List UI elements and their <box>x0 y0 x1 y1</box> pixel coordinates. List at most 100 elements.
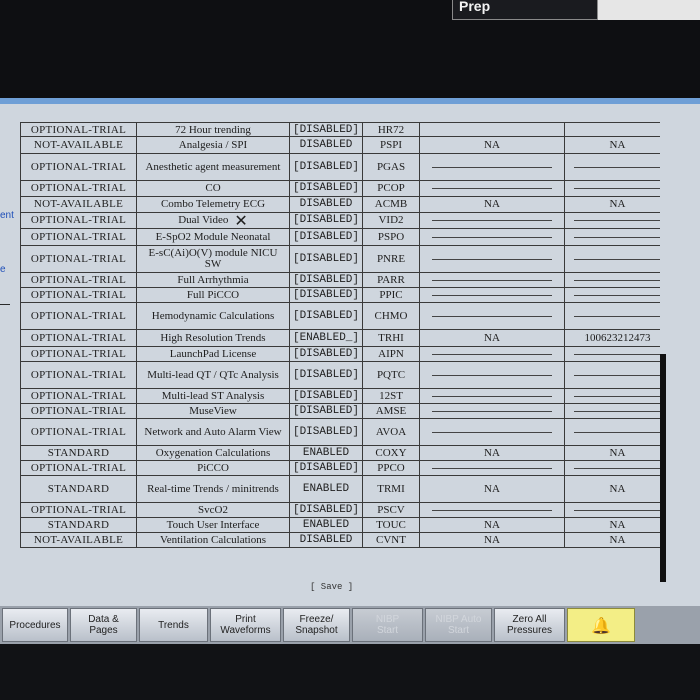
value-a-cell[interactable] <box>419 228 565 246</box>
value-a-cell[interactable]: NA <box>419 136 565 154</box>
value-a-cell[interactable] <box>419 403 565 419</box>
code-cell: TOUC <box>362 517 420 533</box>
table-row[interactable]: OPTIONAL-TRIAL Hemodynamic Calculations [D… <box>20 302 660 330</box>
data-and-pages-button[interactable]: Data & Pages <box>70 608 137 642</box>
value-a-cell[interactable] <box>419 245 565 273</box>
nibp-start-button[interactable]: NIBP Start <box>352 608 423 642</box>
table-row[interactable]: OPTIONAL-TRIAL E-sC(Ai)O(V) module NICU S… <box>20 245 660 273</box>
procedures-button[interactable]: Procedures <box>2 608 68 642</box>
entry-field-line <box>431 410 553 412</box>
value-a-cell[interactable] <box>419 502 565 518</box>
value-a-cell[interactable] <box>419 346 565 362</box>
value-b-cell[interactable] <box>564 346 660 362</box>
value-a-cell[interactable]: NA <box>419 517 565 533</box>
nibp-auto-start-button[interactable]: NIBP Auto Start <box>425 608 492 642</box>
table-row[interactable]: OPTIONAL-TRIAL SvcO2 [DISABLED] PSCV <box>20 502 660 518</box>
code-cell-text: PGAS <box>376 160 406 173</box>
table-row[interactable]: OPTIONAL-TRIAL Anesthetic agent measureme… <box>20 153 660 181</box>
value-b-cell[interactable]: NA <box>564 532 660 548</box>
table-row[interactable]: OPTIONAL-TRIAL MuseView [DISABLED] AMSE <box>20 403 660 419</box>
value-b-cell[interactable] <box>564 287 660 303</box>
status-cell-text: OPTIONAL-TRIAL <box>30 182 127 194</box>
value-b-cell[interactable]: NA <box>564 196 660 213</box>
value-b-cell[interactable]: NA <box>564 517 660 533</box>
value-a-cell[interactable] <box>419 180 565 197</box>
table-row[interactable]: OPTIONAL-TRIAL E-SpO2 Module Neonatal [DIS… <box>20 228 660 246</box>
value-a-cell[interactable] <box>419 212 565 229</box>
value-b-cell[interactable]: NA <box>564 475 660 503</box>
alarm-silence-button[interactable]: 🔔 <box>567 608 635 642</box>
value-a-cell[interactable] <box>419 388 565 404</box>
value-a-cell[interactable] <box>419 302 565 330</box>
table-row[interactable]: OPTIONAL-TRIAL Multi-lead QT / QTc Analys… <box>20 361 660 389</box>
value-b-cell[interactable] <box>564 460 660 476</box>
value-b-cell[interactable]: 100623212473 <box>564 329 660 347</box>
table-row[interactable]: OPTIONAL-TRIAL Full Arrhythmia [DISABLED] P… <box>20 272 660 288</box>
value-b-cell[interactable] <box>564 361 660 389</box>
freeze-snapshot-button[interactable]: Freeze/ Snapshot <box>283 608 350 642</box>
value-b-cell[interactable]: NA <box>564 445 660 461</box>
sidebar-fragment-1[interactable]: ent <box>0 210 14 221</box>
value-a-cell[interactable]: NA <box>419 445 565 461</box>
value-a-cell[interactable] <box>419 287 565 303</box>
enabled-cell-text: [DISABLED] <box>292 230 359 243</box>
entry-field-line <box>431 294 553 296</box>
entry-field-line <box>431 315 553 317</box>
save-button[interactable]: [ Save ] <box>310 582 353 592</box>
feature-cell: PiCCO <box>136 460 290 476</box>
table-row[interactable]: STANDARD Oxygenation Calculations ENABLED C… <box>20 445 660 461</box>
value-b-cell[interactable] <box>564 388 660 404</box>
table-row[interactable]: OPTIONAL-TRIAL High Resolution Trends [ENA… <box>20 329 660 347</box>
table-row[interactable]: OPTIONAL-TRIAL CO [DISABLED] PCOP <box>20 180 660 197</box>
value-a-cell[interactable]: NA <box>419 475 565 503</box>
code-cell: CVNT <box>362 532 420 548</box>
table-row[interactable]: OPTIONAL-TRIAL Dual Video ✕ [DISABLED] VID2 <box>20 212 660 229</box>
value-b-cell[interactable] <box>564 418 660 446</box>
value-a-cell[interactable] <box>419 460 565 476</box>
value-a-cell[interactable] <box>419 272 565 288</box>
sidebar-fragment-2[interactable]: e <box>0 264 6 275</box>
status-cell: STANDARD <box>20 517 137 533</box>
table-scrollbar[interactable] <box>660 354 666 582</box>
table-row[interactable]: OPTIONAL-TRIAL PiCCO [DISABLED] PPCO <box>20 460 660 476</box>
value-a-cell[interactable]: NA <box>419 329 565 347</box>
enabled-cell-text: ENABLED <box>302 518 350 531</box>
value-a-cell[interactable] <box>419 361 565 389</box>
table-row[interactable]: OPTIONAL-TRIAL Network and Auto Alarm Vie… <box>20 418 660 446</box>
value-b-cell[interactable] <box>564 502 660 518</box>
table-row[interactable]: OPTIONAL-TRIAL Full PiCCO [DISABLED] PPIC <box>20 287 660 303</box>
table-row[interactable]: STANDARD Real-time Trends / minitrends ENA… <box>20 475 660 503</box>
value-b-cell[interactable] <box>564 245 660 273</box>
value-b-cell[interactable] <box>564 272 660 288</box>
print-waveforms-button[interactable]: Print Waveforms <box>210 608 281 642</box>
table-row[interactable]: NOT-AVAILABLE Combo Telemetry ECG DISABLED… <box>20 196 660 213</box>
value-a-cell[interactable] <box>419 418 565 446</box>
table-row[interactable]: NOT-AVAILABLE Ventilation Calculations DIS… <box>20 532 660 548</box>
value-a-cell[interactable]: NA <box>419 196 565 213</box>
value-b-cell[interactable] <box>564 403 660 419</box>
status-cell: OPTIONAL-TRIAL <box>20 361 137 389</box>
code-cell-text: ACMB <box>374 198 408 210</box>
value-a-cell[interactable]: NA <box>419 532 565 548</box>
table-row[interactable]: OPTIONAL-TRIAL LaunchPad License [DISABLED… <box>20 346 660 362</box>
value-a-cell[interactable] <box>419 153 565 181</box>
entry-field-line <box>431 236 553 238</box>
table-row[interactable]: STANDARD Touch User Interface ENABLED TOUC N… <box>20 517 660 533</box>
trends-button[interactable]: Trends <box>139 608 208 642</box>
status-cell-text: OPTIONAL-TRIAL <box>30 288 127 301</box>
entry-field-line <box>574 279 660 281</box>
value-b-cell[interactable] <box>564 153 660 181</box>
table-row[interactable]: NOT-AVAILABLE Analgesia / SPI DISABLED PSPI… <box>20 136 660 154</box>
value-b-cell[interactable] <box>564 228 660 246</box>
status-cell: OPTIONAL-TRIAL <box>20 180 137 197</box>
table-row[interactable]: OPTIONAL-TRIAL Multi-lead ST Analysis [DIS… <box>20 388 660 404</box>
value-a-cell-text: NA <box>484 533 500 546</box>
status-cell: OPTIONAL-TRIAL <box>20 346 137 362</box>
value-b-cell[interactable] <box>564 212 660 229</box>
value-b-cell[interactable] <box>564 302 660 330</box>
zero-all-pressures-button[interactable]: Zero All Pressures <box>494 608 565 642</box>
value-b-cell[interactable]: NA <box>564 136 660 154</box>
feature-cell-text: CO <box>205 182 221 194</box>
mode-panel[interactable]: Prep <box>452 0 598 20</box>
value-b-cell[interactable] <box>564 180 660 197</box>
